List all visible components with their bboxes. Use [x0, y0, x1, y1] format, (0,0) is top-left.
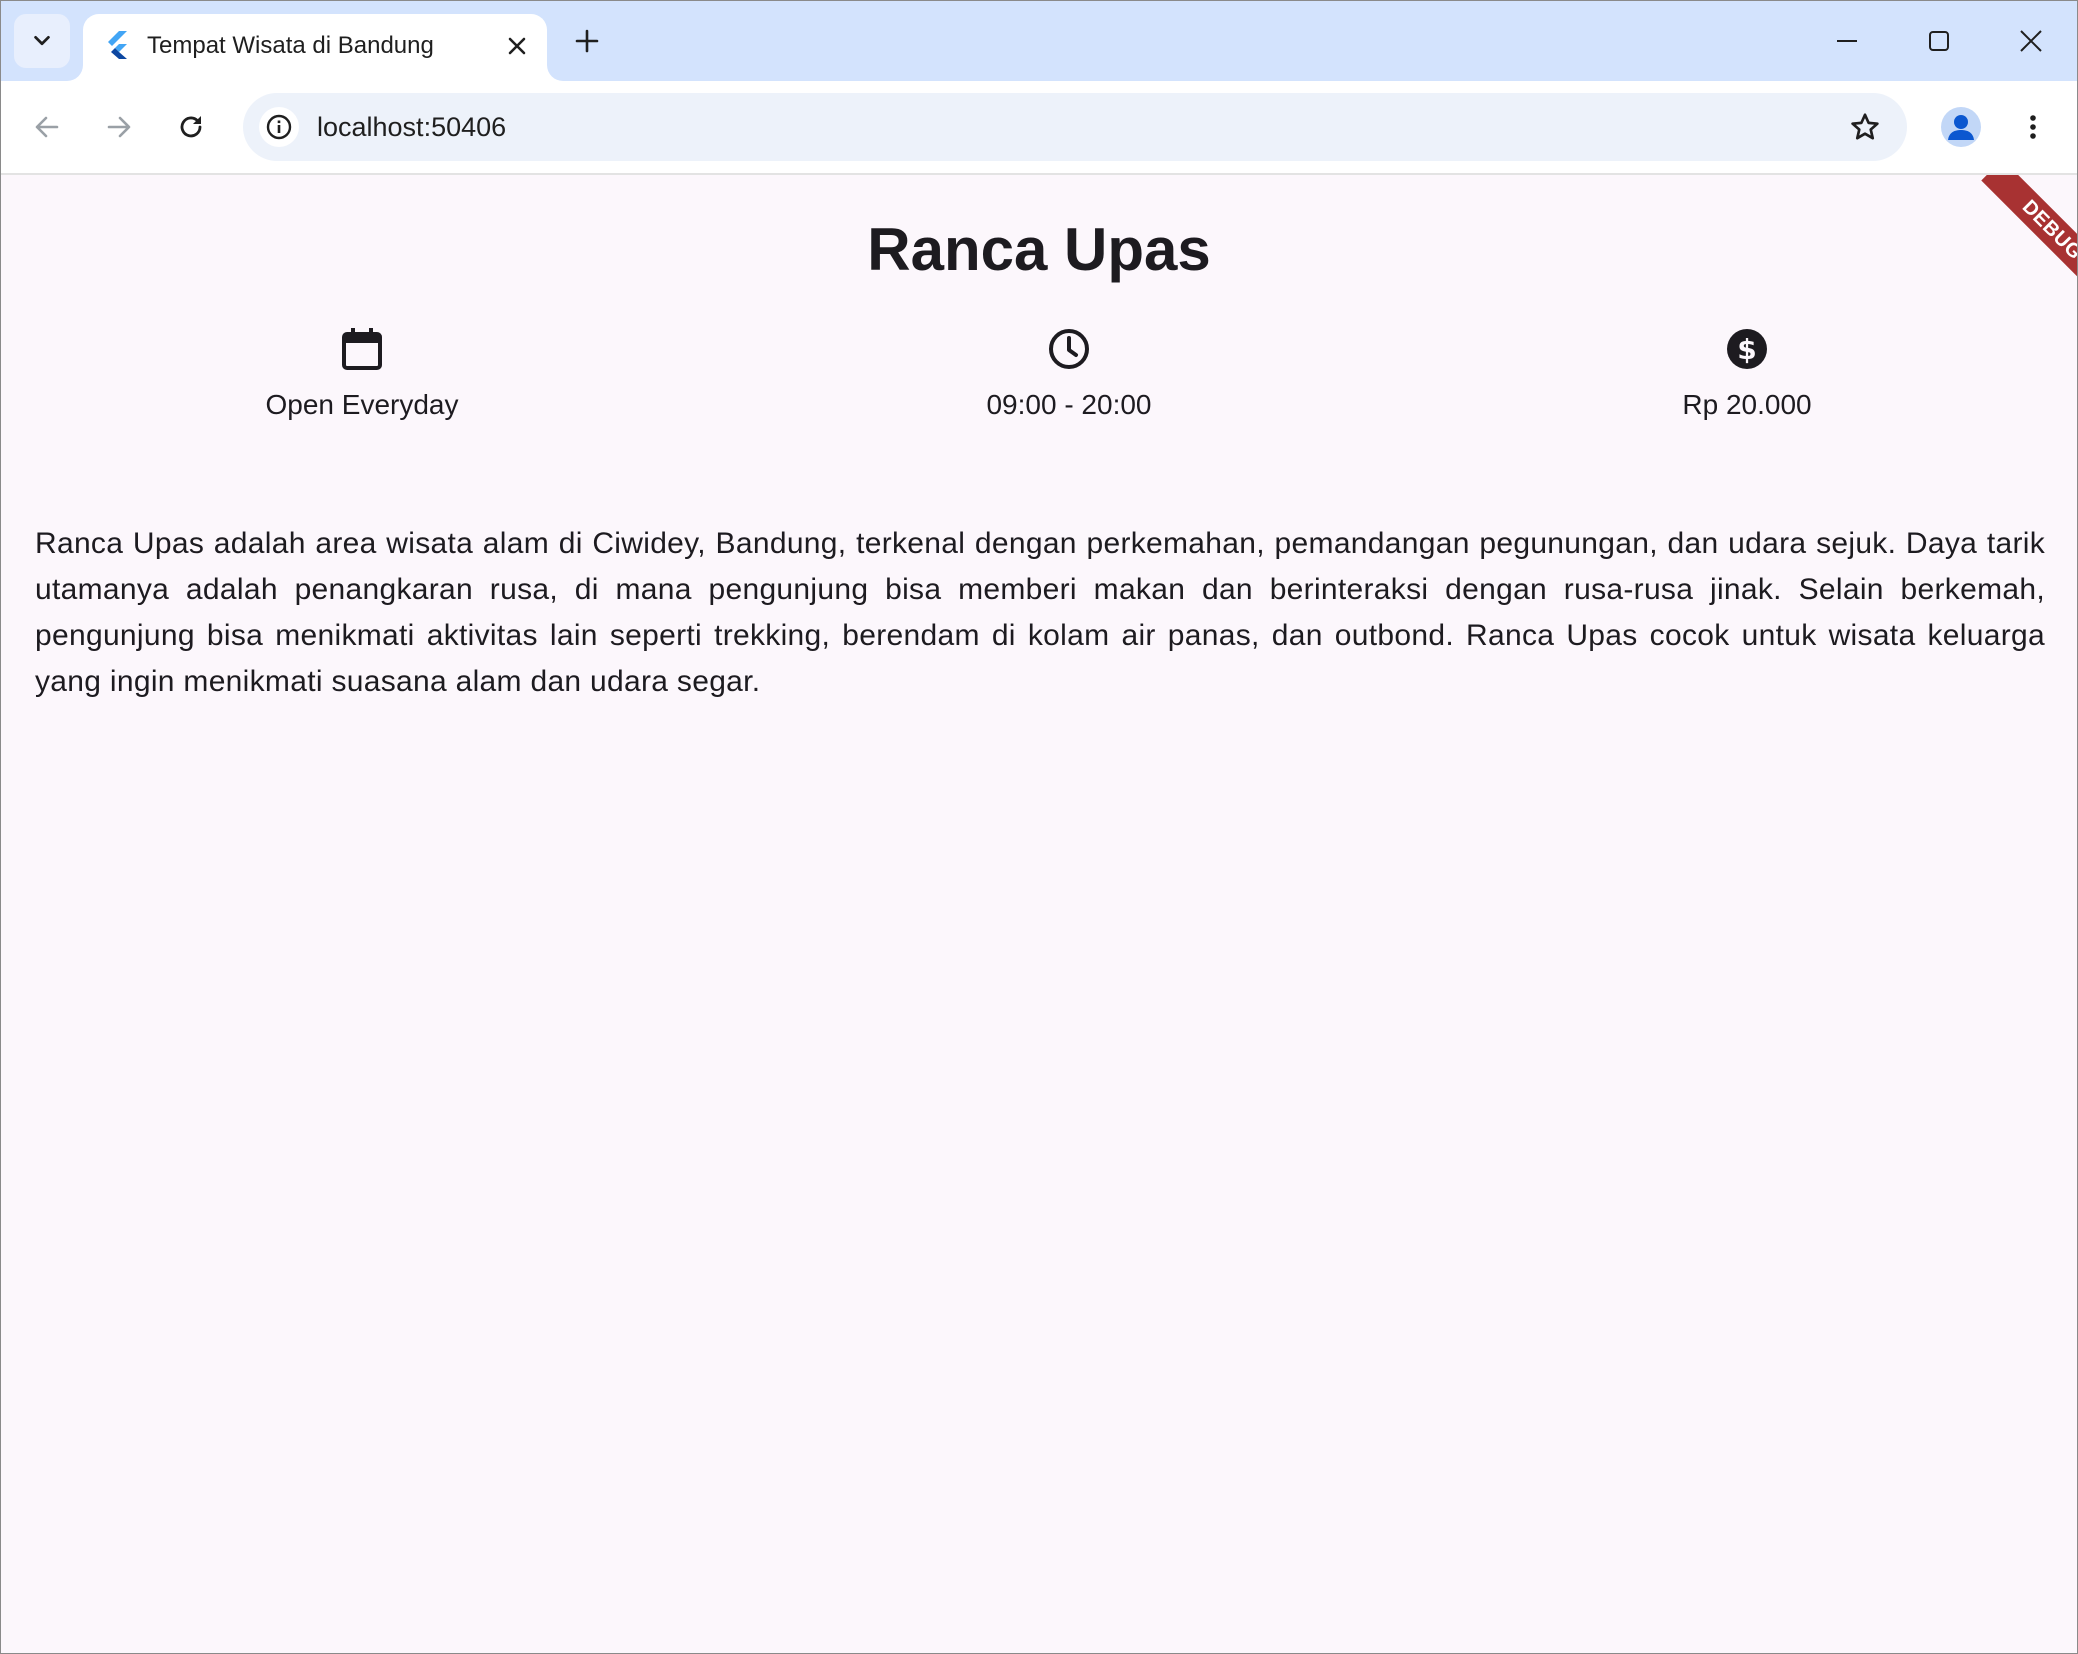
info-label-open-days: Open Everyday	[265, 389, 459, 420]
calendar-icon	[342, 328, 382, 370]
info-icon	[266, 114, 292, 140]
page-viewport: Ranca Upas Open Everyday 09:00 - 20:00 $	[1, 175, 2077, 1653]
chevron-down-icon	[34, 35, 50, 46]
clock-icon	[1049, 329, 1089, 369]
maximize-icon	[1929, 31, 1949, 51]
forward-button[interactable]	[95, 103, 143, 151]
dollar-circle-icon: $	[1727, 329, 1767, 369]
star-outline-icon	[1851, 113, 1879, 140]
plus-icon	[575, 29, 599, 53]
arrow-left-icon	[35, 116, 59, 138]
reload-button[interactable]	[167, 103, 215, 151]
address-bar[interactable]: localhost:50406	[243, 93, 1907, 161]
profile-button[interactable]	[1937, 103, 1985, 151]
minimize-icon	[1837, 40, 1857, 42]
page-title: Ranca Upas	[867, 216, 1211, 283]
back-button[interactable]	[23, 103, 71, 151]
info-label-price: Rp 20.000	[1682, 389, 1812, 420]
info-price: $ Rp 20.000	[1547, 325, 1947, 423]
more-vert-icon	[2030, 115, 2036, 139]
arrow-right-icon	[107, 116, 131, 138]
bookmark-button[interactable]	[1845, 107, 1885, 147]
info-label-hours: 09:00 - 20:00	[986, 389, 1152, 420]
reload-icon	[180, 116, 202, 138]
close-icon	[2020, 30, 2042, 52]
browser-menu-button[interactable]	[2009, 103, 2057, 151]
avatar	[1941, 107, 1981, 147]
description-paragraph: Ranca Upas adalah area wisata alam di Ci…	[35, 527, 2045, 698]
active-tab[interactable]: Tempat Wisata di Bandung	[83, 14, 547, 81]
tab-search-button[interactable]	[14, 14, 70, 68]
debug-banner: DEBUG	[1957, 175, 2077, 295]
svg-text:$: $	[1737, 333, 1756, 366]
url-text: localhost:50406	[317, 112, 507, 142]
tab-strip: Tempat Wisata di Bandung	[1, 1, 2077, 81]
maximize-button[interactable]	[1909, 17, 1969, 65]
info-hours: 09:00 - 20:00	[869, 325, 1269, 423]
close-icon	[508, 37, 526, 55]
debug-banner-label: DEBUG	[1981, 175, 2077, 295]
new-tab-button[interactable]	[567, 21, 607, 61]
close-window-button[interactable]	[2001, 17, 2061, 65]
browser-toolbar: localhost:50406	[1, 81, 2077, 175]
person-icon	[1948, 115, 1974, 140]
flutter-logo-icon	[108, 31, 127, 59]
browser-window: Tempat Wisata di Bandung localhost:50406…	[0, 0, 2078, 1654]
info-open-days: Open Everyday	[162, 325, 562, 423]
tab-close-button[interactable]	[499, 28, 535, 64]
minimize-button[interactable]	[1817, 17, 1877, 65]
tab-title: Tempat Wisata di Bandung	[147, 32, 434, 59]
site-info-button[interactable]	[259, 107, 299, 147]
